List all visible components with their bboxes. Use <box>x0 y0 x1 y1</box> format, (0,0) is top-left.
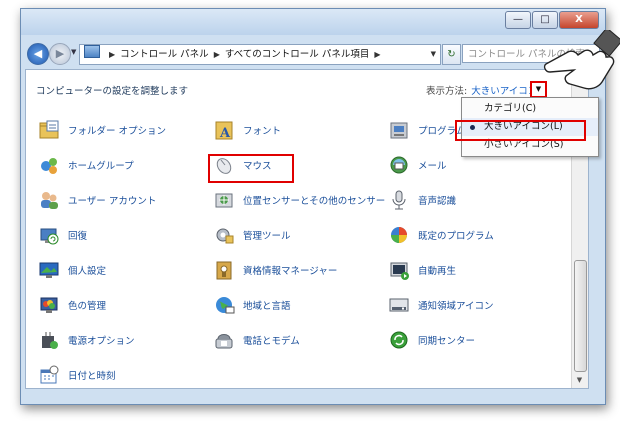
scroll-thumb[interactable] <box>574 260 587 372</box>
control-panel-item[interactable]: 地域と言語 <box>213 292 291 318</box>
breadcrumb-chevron-icon[interactable]: ▶ <box>374 50 380 59</box>
control-panel-icon <box>84 45 100 58</box>
date-time-icon <box>38 364 60 386</box>
phone-modem-icon <box>213 329 235 351</box>
title-bar: — □ X <box>21 9 605 35</box>
breadcrumb-control-panel[interactable]: コントロール パネル <box>120 49 209 60</box>
view-by: 表示方法: 大きいアイコン <box>426 83 537 97</box>
control-panel-item[interactable]: メール <box>388 152 447 178</box>
maximize-button[interactable]: □ <box>532 11 558 29</box>
control-panel-item[interactable]: プログラム <box>388 117 465 143</box>
control-panel-item-label: 位置センサーとその他のセンサー <box>243 196 386 207</box>
control-panel-item[interactable]: 日付と時刻 <box>38 362 116 388</box>
default-programs-icon <box>388 224 410 246</box>
control-panel-item-label: 電源オプション <box>68 336 135 347</box>
control-panel-item-label: フォルダー オプション <box>68 126 167 137</box>
breadcrumb-chevron-icon[interactable]: ▶ <box>109 50 115 59</box>
large-icons-highlight-box <box>455 120 586 141</box>
control-panel-item[interactable]: 音声認識 <box>388 187 456 213</box>
control-panel-item-label: 個人設定 <box>68 266 107 277</box>
speech-recognition-icon <box>388 189 410 211</box>
control-panel-item-label: 自動再生 <box>418 266 457 277</box>
control-panel-item-label: 既定のプログラム <box>418 231 494 242</box>
page-title: コンピューターの設定を調整します <box>36 86 189 97</box>
control-panel-item[interactable]: ホームグループ <box>38 152 134 178</box>
control-panel-item[interactable]: 同期センター <box>388 327 475 353</box>
control-panel-item-label: 通知領域アイコン <box>418 301 494 312</box>
control-panel-item[interactable]: 既定のプログラム <box>388 222 494 248</box>
recovery-icon <box>38 224 60 246</box>
control-panel-window: — □ X ◀ ▶ ▼ ▶ コントロール パネル ▶ すべてのコントロール パネル項目… <box>20 8 606 405</box>
control-panel-item-label: 管理ツール <box>243 231 291 242</box>
control-panel-item[interactable]: ユーザー アカウント <box>38 187 156 213</box>
control-panel-item[interactable]: 管理ツール <box>213 222 291 248</box>
control-panel-item[interactable]: 資格情報マネージャー <box>213 257 337 283</box>
hand-pointer-icon <box>543 30 620 90</box>
control-panel-item-label: 地域と言語 <box>243 301 291 312</box>
control-panel-item-label: 音声認識 <box>418 196 457 207</box>
menu-item-category[interactable]: カテゴリ(C) <box>462 100 598 118</box>
notification-icons-icon <box>388 294 410 316</box>
folder-options-icon <box>38 119 60 141</box>
control-panel-item[interactable]: A フォント <box>213 117 281 143</box>
control-panel-item[interactable]: 回復 <box>38 222 87 248</box>
control-panel-item[interactable]: 電話とモデム <box>213 327 300 353</box>
control-panel-item-label: 色の管理 <box>68 301 107 312</box>
user-accounts-icon <box>38 189 60 211</box>
address-dropdown-icon[interactable]: ▼ <box>431 45 436 64</box>
location-sensors-icon <box>213 189 235 211</box>
control-panel-item-label: 回復 <box>68 231 88 242</box>
forward-button[interactable]: ▶ <box>49 43 71 65</box>
address-row: ◀ ▶ ▼ ▶ コントロール パネル ▶ すべてのコントロール パネル項目 ▶ ▼ ↻ … <box>21 36 605 66</box>
scroll-down-icon[interactable]: ▼ <box>573 373 586 387</box>
control-panel-item-label: フォント <box>243 126 282 137</box>
credential-manager-icon <box>213 259 235 281</box>
control-panel-item[interactable]: 自動再生 <box>388 257 456 283</box>
sync-center-icon <box>388 329 410 351</box>
fonts-icon: A <box>213 119 235 141</box>
breadcrumb-all-items[interactable]: すべてのコントロール パネル項目 <box>225 49 369 60</box>
power-options-icon <box>38 329 60 351</box>
window-controls: — □ X <box>504 11 599 29</box>
back-button[interactable]: ◀ <box>27 43 49 65</box>
view-by-label: 表示方法: <box>426 86 468 97</box>
address-bar[interactable]: ▶ コントロール パネル ▶ すべてのコントロール パネル項目 ▶ ▼ <box>79 44 441 65</box>
control-panel-item[interactable]: フォルダー オプション <box>38 117 166 143</box>
back-arrow-icon: ◀ <box>33 47 43 60</box>
control-panel-item-label: 同期センター <box>418 336 476 347</box>
history-dropdown-icon[interactable]: ▼ <box>71 48 76 56</box>
control-panel-item-label: ユーザー アカウント <box>68 196 157 207</box>
view-by-value[interactable]: 大きいアイコン <box>471 86 537 97</box>
control-panel-item-label: 電話とモデム <box>243 336 300 347</box>
region-language-icon <box>213 294 235 316</box>
breadcrumb-chevron-icon[interactable]: ▶ <box>214 50 220 59</box>
control-panel-item[interactable]: 電源オプション <box>38 327 135 353</box>
personalization-icon <box>38 259 60 281</box>
refresh-icon: ↻ <box>447 49 456 60</box>
programs-icon <box>388 119 410 141</box>
control-panel-item[interactable]: 個人設定 <box>38 257 106 283</box>
forward-arrow-icon: ▶ <box>55 47 65 60</box>
svg-text:A: A <box>219 126 231 141</box>
control-panel-item[interactable]: 位置センサーとその他のセンサー <box>213 187 385 213</box>
control-panel-item[interactable]: 通知領域アイコン <box>388 292 494 318</box>
mouse-highlight-box <box>208 154 294 183</box>
refresh-button[interactable]: ↻ <box>442 44 461 65</box>
control-panel-item-label: 日付と時刻 <box>68 371 116 382</box>
control-panel-item-label: メール <box>418 161 447 172</box>
close-button[interactable]: X <box>559 11 599 29</box>
mail-icon <box>388 154 410 176</box>
homegroup-icon <box>38 154 60 176</box>
control-panel-item[interactable]: 色の管理 <box>38 292 106 318</box>
admin-tools-icon <box>213 224 235 246</box>
minimize-button[interactable]: — <box>505 11 531 29</box>
control-panel-item-label: ホームグループ <box>68 161 134 172</box>
control-panel-item-label: 資格情報マネージャー <box>243 266 338 277</box>
autoplay-icon <box>388 259 410 281</box>
color-management-icon <box>38 294 60 316</box>
